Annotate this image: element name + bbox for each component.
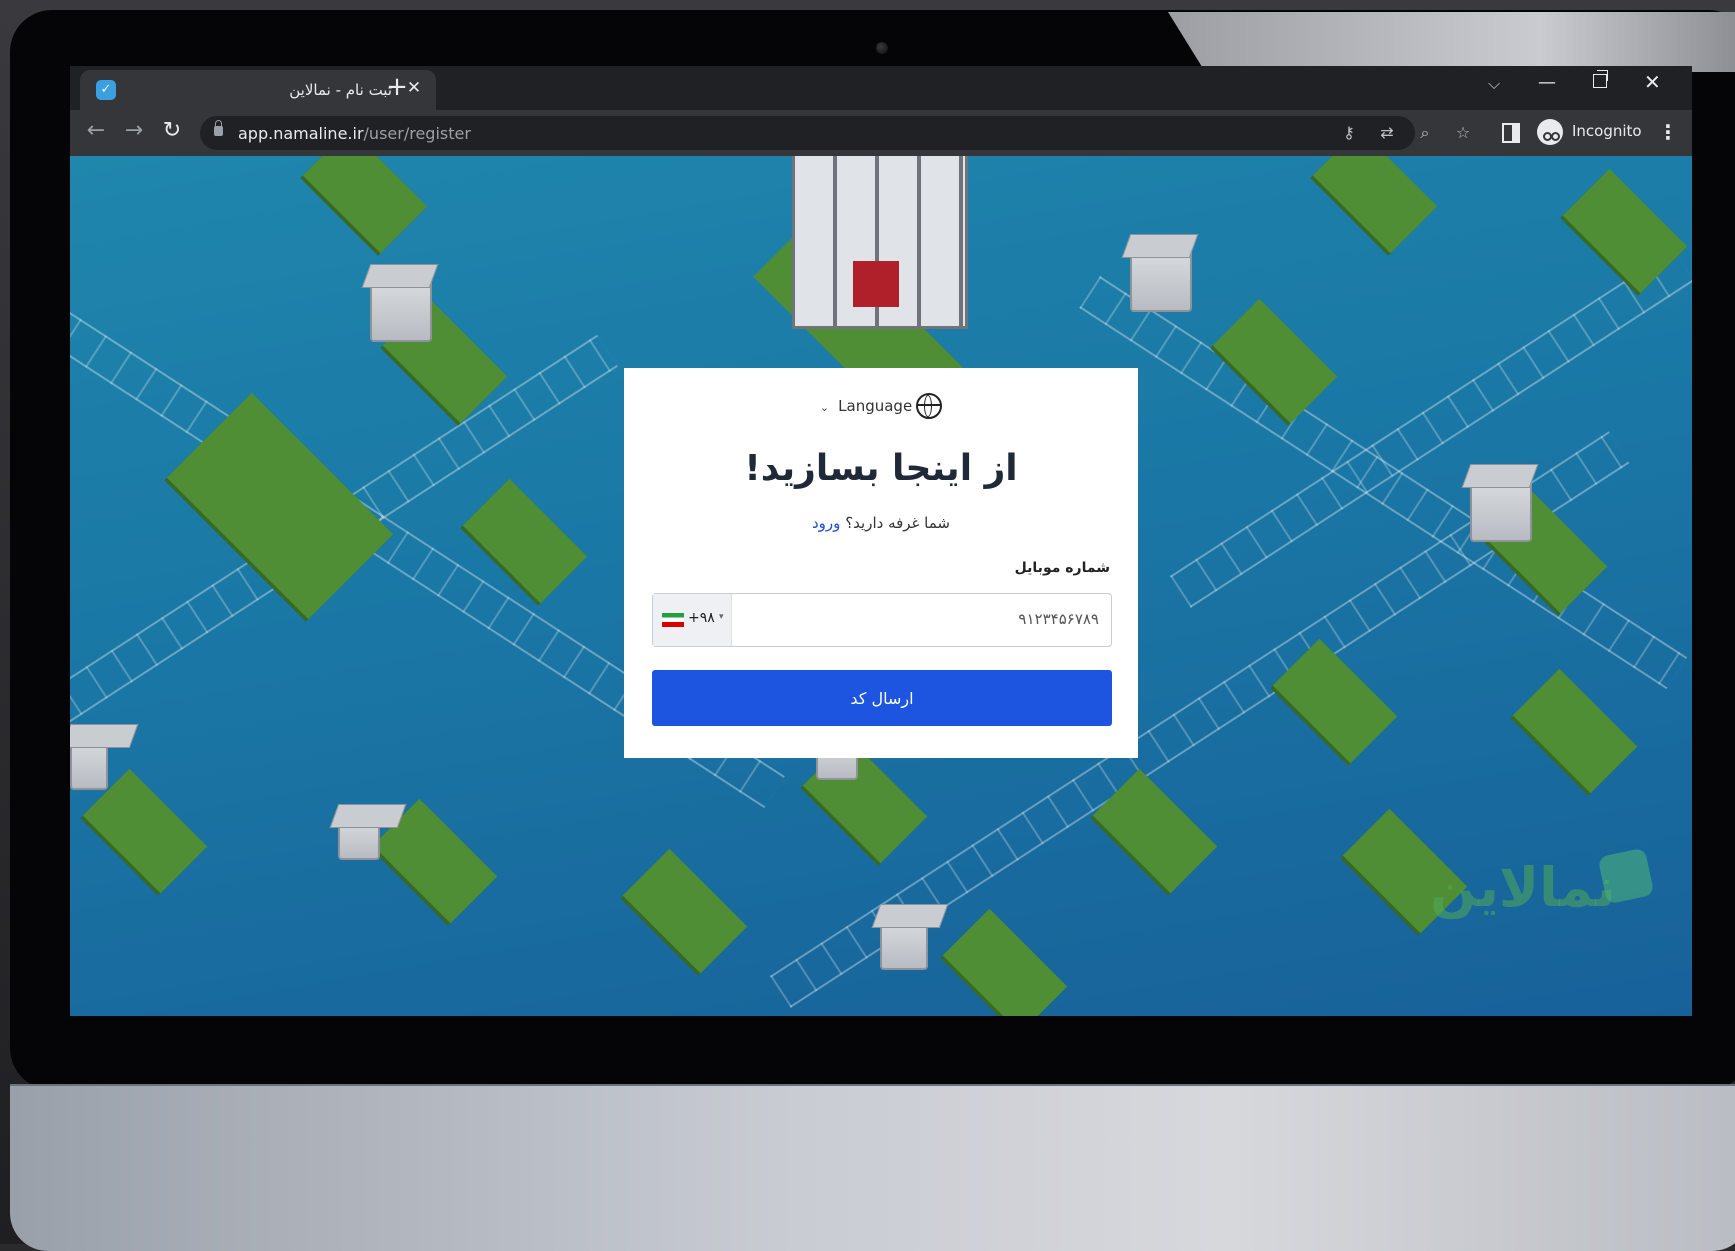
- tower-booth: [792, 156, 968, 329]
- forward-button[interactable]: →: [120, 118, 148, 143]
- translate-icon[interactable]: ⇄: [1376, 123, 1398, 142]
- phone-field: +۹۸ ▾: [652, 593, 1112, 647]
- kiosk-building: [70, 736, 108, 790]
- restore-button[interactable]: [1593, 70, 1608, 88]
- namaline-watermark: نمالاین: [1430, 856, 1616, 919]
- browser-window: ✓ ثبت نام - نمالاین ✕ + ⌵ — ✕ ← → ↻ app.…: [70, 66, 1692, 1016]
- browser-menu-icon[interactable]: ⋮: [1658, 120, 1678, 144]
- has-booth-question: شما غرفه دارید؟: [845, 514, 950, 532]
- zoom-icon[interactable]: ⌕: [1414, 123, 1436, 143]
- key-icon[interactable]: ⚷: [1338, 123, 1360, 142]
- register-card: ⌄ Language از اینجا بسازید! شما غرفه دار…: [624, 368, 1138, 758]
- country-dial-code: +۹۸: [688, 610, 715, 626]
- webcam: [876, 42, 888, 54]
- country-code-selector[interactable]: +۹۸ ▾: [653, 594, 732, 646]
- page-viewport: نمالاین ⌄ Language از اینجا بسازید! شما …: [70, 156, 1692, 1016]
- tower-door: [853, 261, 899, 307]
- language-label: Language: [838, 397, 913, 415]
- incognito-label[interactable]: Incognito: [1572, 122, 1642, 140]
- chevron-down-icon: ⌄: [819, 401, 830, 414]
- send-code-button[interactable]: ارسال کد: [652, 670, 1112, 726]
- monitor-chin: [10, 1084, 1735, 1251]
- minimize-button[interactable]: —: [1538, 72, 1556, 93]
- grass-tile: [1512, 668, 1638, 794]
- has-booth-text: شما غرفه دارید؟ ورود: [624, 514, 1138, 532]
- kiosk-building: [880, 916, 928, 970]
- iran-flag-icon: [662, 613, 684, 627]
- language-selector[interactable]: ⌄ Language: [624, 393, 1138, 424]
- star-icon[interactable]: ☆: [1452, 123, 1474, 142]
- side-panel-icon[interactable]: [1502, 123, 1520, 143]
- tab-strip: ✓ ثبت نام - نمالاین ✕ + ⌵ — ✕: [70, 66, 1692, 110]
- browser-toolbar: ← → ↻ app.namaline.ir/user/register ⚷ ⇄ …: [70, 110, 1692, 156]
- tab-search-icon[interactable]: ⌵: [1488, 74, 1500, 94]
- kiosk-building: [1130, 246, 1192, 312]
- mobile-number-input[interactable]: [739, 594, 1099, 644]
- tab-title: ثبت نام - نمالاین: [289, 81, 392, 99]
- login-link[interactable]: ورود: [812, 514, 840, 532]
- namaline-logo-icon: [1597, 847, 1655, 905]
- grass-tile: [1312, 156, 1438, 254]
- grass-tile: [942, 908, 1068, 1016]
- incognito-icon[interactable]: [1537, 119, 1563, 145]
- kiosk-building: [370, 276, 432, 342]
- mobile-number-label: شماره موبایل: [1014, 560, 1110, 576]
- caret-down-icon: ▾: [719, 612, 724, 622]
- lock-icon[interactable]: [214, 120, 223, 136]
- url-path: /user/register: [363, 124, 471, 143]
- back-button[interactable]: ←: [82, 118, 110, 143]
- new-tab-button[interactable]: +: [382, 72, 412, 102]
- address-bar[interactable]: app.namaline.ir/user/register ⚷ ⇄ ⌕ ☆: [200, 116, 1470, 150]
- url-host: app.namaline.ir: [238, 124, 364, 143]
- kiosk-building: [338, 816, 380, 860]
- reload-button[interactable]: ↻: [158, 118, 186, 143]
- page-title: از اینجا بسازید!: [744, 448, 1018, 489]
- kiosk-building: [1470, 476, 1532, 542]
- grass-tile: [622, 848, 748, 974]
- window-close-button[interactable]: ✕: [1644, 70, 1661, 94]
- url-text[interactable]: app.namaline.ir/user/register: [238, 124, 471, 143]
- namaline-favicon-icon: ✓: [96, 80, 116, 100]
- grass-tile: [302, 156, 428, 254]
- bezel-glare: [1168, 12, 1735, 72]
- globe-icon: [916, 393, 943, 419]
